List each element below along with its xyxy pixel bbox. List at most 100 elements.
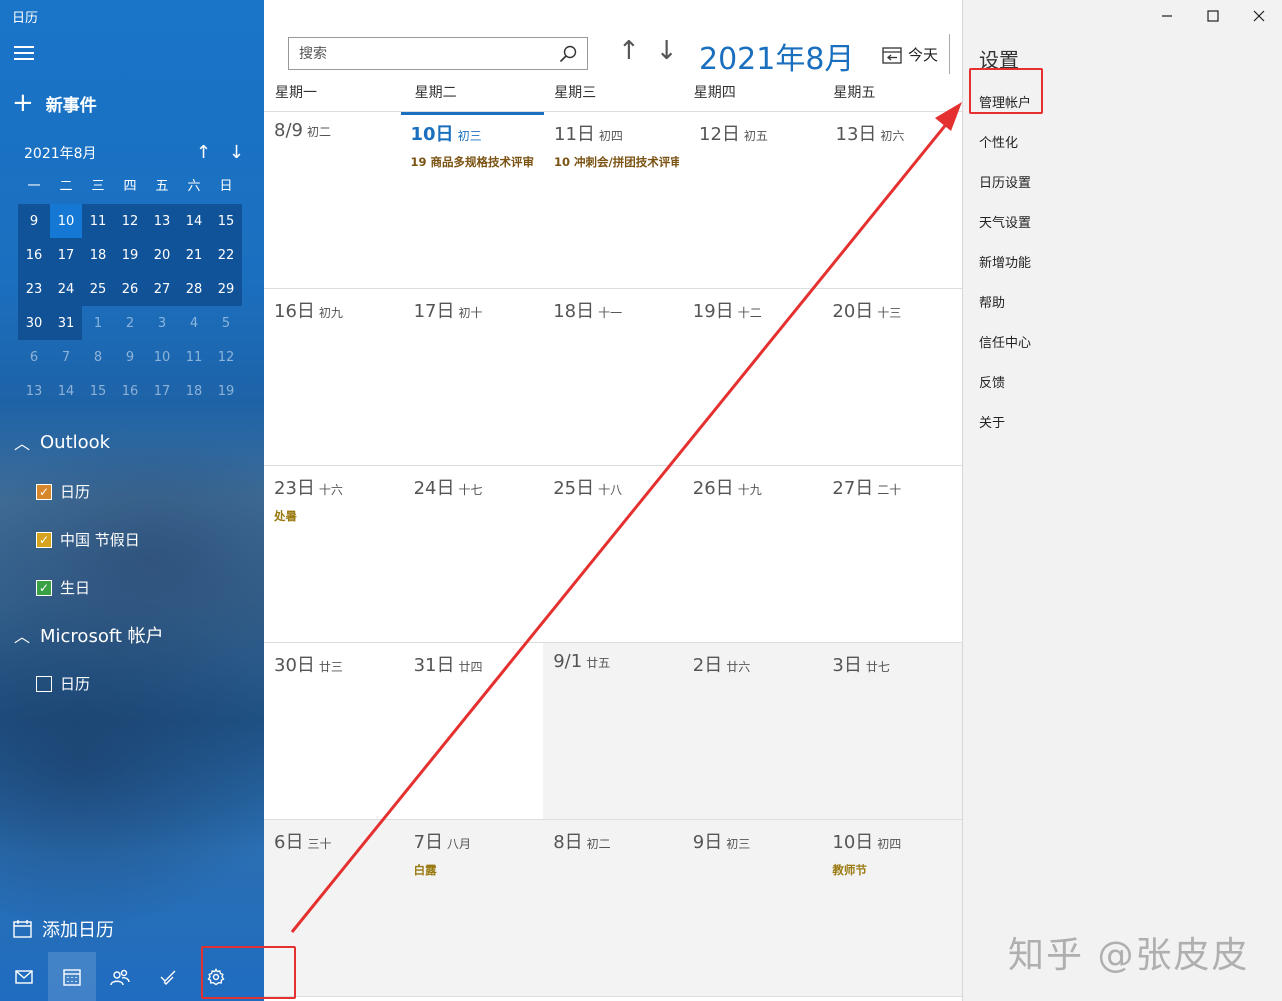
day-cell[interactable]: 8/9 初二 — [264, 112, 401, 288]
calendar-item-outlook-calendar[interactable]: ✓ 日历 — [36, 481, 90, 502]
mini-calendar-day[interactable]: 24 — [50, 272, 82, 306]
day-cell[interactable]: 9日 初三 — [682, 820, 823, 996]
settings-help[interactable]: 帮助 — [979, 292, 1005, 311]
day-cell[interactable]: 30日 廿三 — [264, 643, 404, 819]
mini-calendar-day[interactable]: 12 — [114, 204, 146, 238]
mini-calendar-day[interactable]: 2 — [114, 306, 146, 340]
mini-calendar-day[interactable]: 14 — [178, 204, 210, 238]
holiday-label[interactable]: 处暑 — [274, 508, 394, 524]
mini-calendar-day[interactable]: 5 — [210, 306, 242, 340]
checkbox-unchecked-icon[interactable] — [36, 675, 52, 692]
day-cell[interactable]: 26日 十九 — [683, 466, 823, 642]
mini-calendar-day[interactable]: 26 — [114, 272, 146, 306]
mini-calendar-day-today[interactable]: 10 — [50, 204, 82, 238]
day-cell[interactable]: 3日 廿七 — [822, 643, 962, 819]
next-month-arrow-icon[interactable]: ↓ — [656, 36, 678, 66]
mini-next-arrow-icon[interactable]: ↓ — [229, 142, 244, 163]
mini-calendar-day[interactable]: 10 — [146, 340, 178, 374]
mini-calendar-day[interactable]: 27 — [146, 272, 178, 306]
settings-whats-new[interactable]: 新增功能 — [979, 252, 1031, 271]
calendar-item-microsoft-calendar[interactable]: 日历 — [36, 673, 90, 694]
mini-calendar-day[interactable]: 16 — [18, 238, 50, 272]
mini-calendar-day[interactable]: 11 — [178, 340, 210, 374]
holiday-label[interactable]: 教师节 — [832, 862, 952, 878]
mini-calendar-day[interactable]: 12 — [210, 340, 242, 374]
mini-calendar-day[interactable]: 30 — [18, 306, 50, 340]
day-cell[interactable]: 17日 初十 — [404, 289, 544, 465]
settings-trust-center[interactable]: 信任中心 — [979, 332, 1031, 351]
checkbox-checked-icon[interactable]: ✓ — [36, 531, 52, 548]
todo-button[interactable] — [144, 952, 192, 1001]
new-event-button[interactable]: + 新事件 — [12, 90, 97, 116]
mini-prev-arrow-icon[interactable]: ↑ — [196, 142, 211, 163]
hamburger-menu-icon[interactable] — [14, 46, 34, 62]
day-cell[interactable]: 18日 十一 — [543, 289, 683, 465]
mini-calendar-day[interactable]: 7 — [50, 340, 82, 374]
group-microsoft-toggle[interactable]: ︿ Microsoft 帐户 — [14, 622, 164, 648]
day-cell[interactable]: 16日 初九 — [264, 289, 404, 465]
settings-personalization[interactable]: 个性化 — [979, 132, 1018, 151]
maximize-button[interactable] — [1190, 0, 1236, 32]
mini-calendar-day[interactable]: 19 — [114, 238, 146, 272]
mini-calendar-day[interactable]: 9 — [18, 204, 50, 238]
event-item[interactable]: 10 冲刺会/拼团技术评审 — [554, 154, 679, 170]
close-button[interactable] — [1236, 0, 1282, 32]
mini-calendar-day[interactable]: 11 — [82, 204, 114, 238]
mini-calendar-day[interactable]: 9 — [114, 340, 146, 374]
mini-calendar-day[interactable]: 18 — [82, 238, 114, 272]
holiday-label[interactable]: 白露 — [414, 862, 534, 878]
month-title[interactable]: 2021年8月 — [699, 34, 854, 78]
mini-calendar-day[interactable]: 28 — [178, 272, 210, 306]
search-icon[interactable] — [559, 45, 577, 63]
day-cell[interactable]: 20日 十三 — [822, 289, 962, 465]
day-cell[interactable]: 24日 十七 — [404, 466, 544, 642]
settings-calendar-settings[interactable]: 日历设置 — [979, 172, 1031, 191]
day-cell[interactable]: 13日 初六 — [826, 112, 962, 288]
mini-calendar-day[interactable]: 25 — [82, 272, 114, 306]
day-cell[interactable]: 23日 十六 处暑 — [264, 466, 404, 642]
day-cell[interactable]: 25日 十八 — [543, 466, 683, 642]
mini-calendar-day[interactable]: 8 — [82, 340, 114, 374]
day-cell[interactable]: 8日 初二 — [543, 820, 683, 996]
prev-month-arrow-icon[interactable]: ↑ — [618, 36, 640, 66]
mini-calendar-day[interactable]: 4 — [178, 306, 210, 340]
add-calendar-button[interactable]: 添加日历 — [12, 916, 114, 942]
checkbox-checked-icon[interactable]: ✓ — [36, 483, 52, 500]
search-box[interactable] — [288, 37, 588, 70]
calendar-item-birthdays[interactable]: ✓ 生日 — [36, 577, 90, 598]
mini-calendar-day[interactable]: 1 — [82, 306, 114, 340]
mini-calendar-day[interactable]: 13 — [146, 204, 178, 238]
mini-calendar-day[interactable]: 18 — [178, 374, 210, 408]
mini-calendar-day[interactable]: 15 — [210, 204, 242, 238]
mini-calendar-day[interactable]: 6 — [18, 340, 50, 374]
settings-weather-settings[interactable]: 天气设置 — [979, 212, 1031, 231]
calendar-item-china-holidays[interactable]: ✓ 中国 节假日 — [36, 529, 140, 550]
mini-calendar-day[interactable]: 23 — [18, 272, 50, 306]
day-cell[interactable]: 2日 廿六 — [682, 643, 823, 819]
search-input[interactable] — [299, 45, 559, 62]
today-button[interactable]: 今天 — [882, 44, 938, 65]
mini-calendar-day[interactable]: 3 — [146, 306, 178, 340]
day-cell[interactable]: 12日 初五 — [689, 112, 826, 288]
mini-calendar-day[interactable]: 14 — [50, 374, 82, 408]
mail-button[interactable] — [0, 952, 48, 1001]
mini-calendar-day[interactable]: 15 — [82, 374, 114, 408]
mini-calendar-day[interactable]: 17 — [50, 238, 82, 272]
settings-feedback[interactable]: 反馈 — [979, 372, 1005, 391]
calendar-button[interactable] — [48, 952, 96, 1001]
mini-calendar-day[interactable]: 16 — [114, 374, 146, 408]
mini-calendar-day[interactable]: 31 — [50, 306, 82, 340]
mini-calendar-day[interactable]: 19 — [210, 374, 242, 408]
checkbox-checked-icon[interactable]: ✓ — [36, 579, 52, 596]
day-cell-today[interactable]: 10日 初三 19 商品多规格技术评审 — [400, 112, 545, 288]
people-button[interactable] — [96, 952, 144, 1001]
mini-calendar-day[interactable]: 22 — [210, 238, 242, 272]
mini-calendar-day[interactable]: 29 — [210, 272, 242, 306]
event-item[interactable]: 19 商品多规格技术评审 — [411, 154, 535, 170]
mini-calendar-month[interactable]: 2021年8月 — [24, 143, 97, 163]
mini-calendar-day[interactable]: 21 — [178, 238, 210, 272]
day-cell[interactable]: 27日 二十 — [822, 466, 962, 642]
day-cell[interactable]: 10日 初四 教师节 — [822, 820, 962, 996]
mini-calendar-day[interactable]: 17 — [146, 374, 178, 408]
minimize-button[interactable] — [1144, 0, 1190, 32]
